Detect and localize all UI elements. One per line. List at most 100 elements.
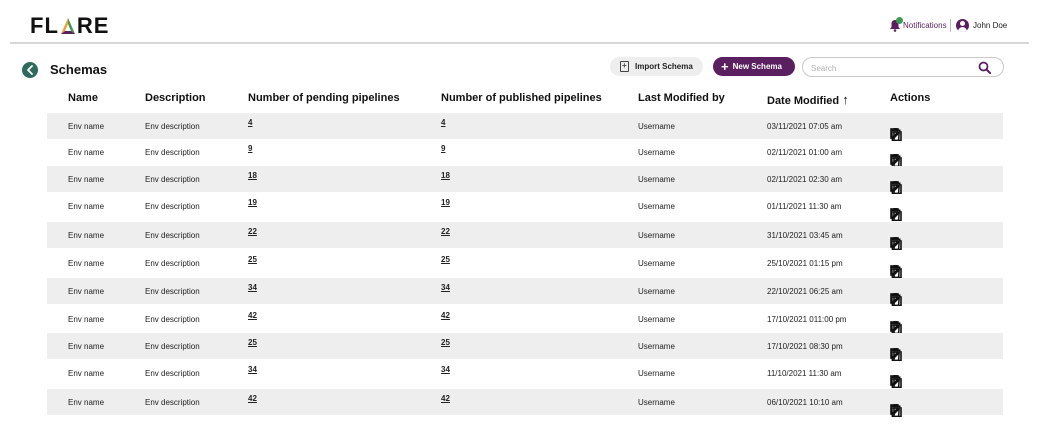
row-date-modified: 01/11/2021 11:30 am	[767, 202, 842, 211]
notifications-link[interactable]: Notifications	[889, 17, 947, 32]
published-pipelines-link[interactable]: 34	[441, 365, 450, 374]
delete-icon[interactable]	[890, 375, 901, 388]
table-row[interactable]: Env name Env description 18 18 Username 02/11…	[47, 166, 1003, 194]
delete-icon[interactable]	[890, 237, 901, 250]
avatar-icon	[956, 19, 969, 32]
import-schema-label: Import Schema	[635, 62, 693, 71]
row-date-modified: 17/10/2021 011:00 pm	[767, 315, 847, 324]
row-modified-by: Username	[638, 259, 675, 268]
pending-pipelines-link[interactable]: 34	[248, 283, 257, 292]
notification-dot	[896, 17, 903, 24]
logo-triangle-icon	[60, 18, 75, 34]
row-description: Env description	[145, 369, 200, 378]
column-header-published[interactable]: Number of published pipelines	[441, 92, 602, 104]
column-header-pending[interactable]: Number of pending pipelines	[248, 92, 400, 104]
pending-pipelines-link[interactable]: 25	[248, 338, 257, 347]
published-pipelines-link[interactable]: 34	[441, 283, 450, 292]
delete-icon[interactable]	[890, 208, 901, 221]
table-row[interactable]: Env name Env description 25 25 Username 25/10…	[47, 250, 1003, 278]
row-modified-by: Username	[638, 342, 675, 351]
row-description: Env description	[145, 202, 200, 211]
sort-arrow-icon: ↑	[842, 92, 849, 107]
search-box	[802, 57, 1004, 78]
row-modified-by: Username	[638, 287, 675, 296]
column-header-description[interactable]: Description	[145, 92, 206, 104]
table-row[interactable]: Env name Env description 42 42 Username 06/10…	[47, 389, 1003, 417]
row-name: Env name	[68, 175, 105, 184]
published-pipelines-link[interactable]: 25	[441, 255, 450, 264]
table-row[interactable]: Env name Env description 9 9 Username 02/11/2…	[47, 139, 1003, 167]
page-title: Schemas	[50, 62, 108, 77]
table-row[interactable]: Env name Env description 34 34 Username 11/10…	[47, 360, 1003, 388]
column-header-name[interactable]: Name	[68, 92, 98, 104]
row-date-modified: 11/10/2021 11:30 am	[767, 369, 842, 378]
flare-logo[interactable]: FL RE	[30, 13, 109, 39]
row-modified-by: Username	[638, 369, 675, 378]
user-menu[interactable]: John Doe	[956, 19, 1007, 32]
top-bar: FL RE Notifications John Doe	[0, 0, 1039, 44]
pending-pipelines-link[interactable]: 42	[248, 394, 257, 403]
pending-pipelines-link[interactable]: 34	[248, 365, 257, 374]
search-icon[interactable]	[978, 61, 991, 74]
table-row[interactable]: Env name Env description 22 22 Username 31/10…	[47, 222, 1003, 250]
published-pipelines-link[interactable]: 4	[441, 118, 445, 127]
row-name: Env name	[68, 122, 105, 131]
row-name: Env name	[68, 202, 105, 211]
row-description: Env description	[145, 122, 200, 131]
delete-icon[interactable]	[890, 404, 901, 417]
published-pipelines-link[interactable]: 25	[441, 338, 450, 347]
row-date-modified: 17/10/2021 08:30 pm	[767, 342, 843, 351]
column-header-date-label: Date Modified	[767, 95, 840, 107]
published-pipelines-link[interactable]: 18	[441, 171, 450, 180]
table-row[interactable]: Env name Env description 25 25 Username 17/10…	[47, 333, 1003, 361]
new-schema-label: New Schema	[732, 62, 782, 71]
pending-pipelines-link[interactable]: 18	[248, 171, 257, 180]
row-date-modified: 02/11/2021 02:30 am	[767, 175, 843, 184]
table-row[interactable]: Env name Env description 4 4 Username 03/11/2…	[47, 113, 1003, 141]
table-row[interactable]: Env name Env description 34 34 Username 22/10…	[47, 278, 1003, 306]
pending-pipelines-link[interactable]: 42	[248, 311, 257, 320]
pending-pipelines-link[interactable]: 22	[248, 227, 257, 236]
row-name: Env name	[68, 398, 105, 407]
pending-pipelines-link[interactable]: 9	[248, 144, 252, 153]
row-date-modified: 03/11/2021 07:05 am	[767, 122, 843, 131]
chevron-left-icon	[27, 65, 33, 75]
pending-pipelines-link[interactable]: 4	[248, 118, 252, 127]
row-description: Env description	[145, 231, 200, 240]
row-date-modified: 06/10/2021 10:10 am	[767, 398, 843, 407]
row-modified-by: Username	[638, 202, 675, 211]
row-modified-by: Username	[638, 398, 675, 407]
row-description: Env description	[145, 398, 200, 407]
table-row[interactable]: Env name Env description 19 19 Username 01/11…	[47, 193, 1003, 221]
new-schema-button[interactable]: + New Schema	[713, 57, 795, 76]
pending-pipelines-link[interactable]: 19	[248, 198, 257, 207]
delete-icon[interactable]	[890, 293, 901, 306]
row-name: Env name	[68, 231, 105, 240]
bell-icon	[889, 17, 903, 32]
row-description: Env description	[145, 148, 200, 157]
search-input[interactable]	[803, 59, 963, 78]
row-description: Env description	[145, 287, 200, 296]
row-date-modified: 31/10/2021 03:45 am	[767, 231, 843, 240]
pending-pipelines-link[interactable]: 25	[248, 255, 257, 264]
row-modified-by: Username	[638, 315, 675, 324]
row-modified-by: Username	[638, 175, 675, 184]
row-description: Env description	[145, 342, 200, 351]
row-name: Env name	[68, 315, 105, 324]
row-description: Env description	[145, 315, 200, 324]
import-schema-button[interactable]: Import Schema	[610, 57, 703, 76]
back-button[interactable]	[22, 62, 38, 78]
delete-icon[interactable]	[890, 265, 901, 278]
published-pipelines-link[interactable]: 9	[441, 144, 445, 153]
column-header-modified-by[interactable]: Last Modified by	[638, 92, 725, 104]
column-header-date[interactable]: Date Modified ↑	[767, 92, 849, 107]
published-pipelines-link[interactable]: 19	[441, 198, 450, 207]
published-pipelines-link[interactable]: 42	[441, 394, 450, 403]
row-name: Env name	[68, 259, 105, 268]
notifications-label: Notifications	[903, 21, 947, 30]
file-import-icon	[620, 61, 629, 72]
table-row[interactable]: Env name Env description 42 42 Username 17/10…	[47, 306, 1003, 334]
row-modified-by: Username	[638, 148, 675, 157]
published-pipelines-link[interactable]: 42	[441, 311, 450, 320]
published-pipelines-link[interactable]: 22	[441, 227, 450, 236]
